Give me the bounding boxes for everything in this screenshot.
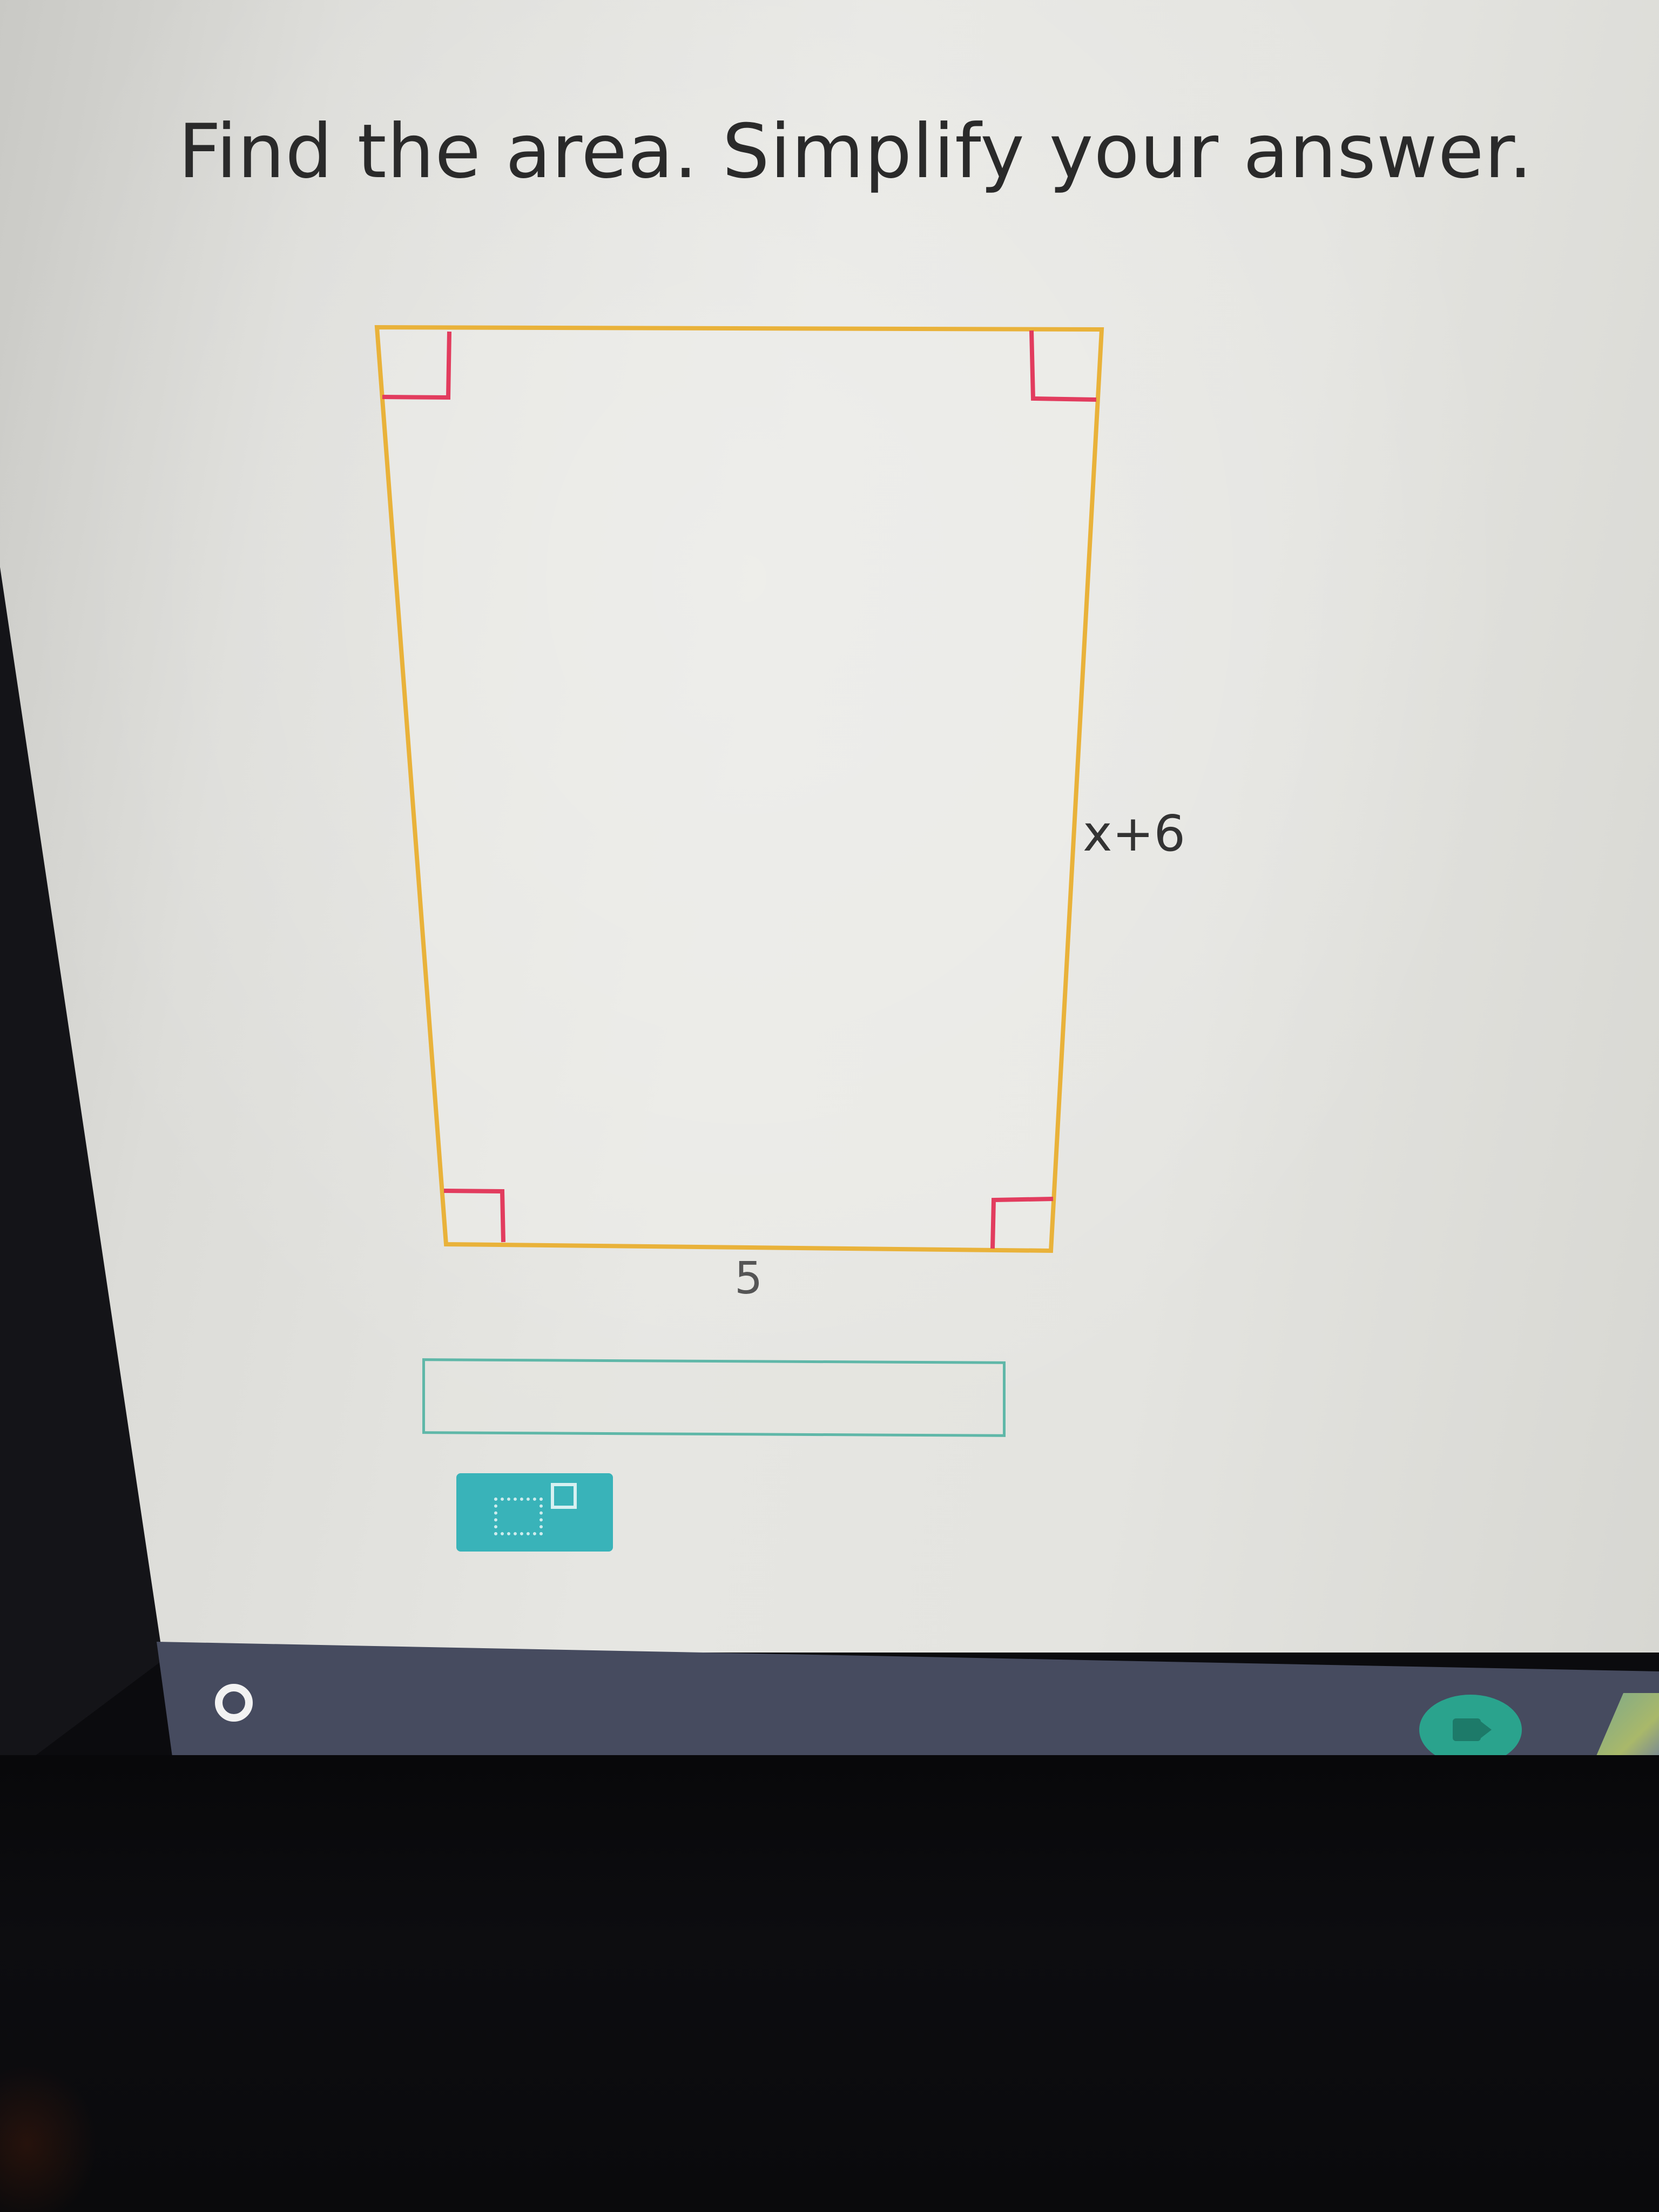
rectangle-outline <box>374 325 1104 1253</box>
launcher-circle-icon[interactable] <box>215 1684 253 1722</box>
answer-input[interactable] <box>422 1358 1006 1437</box>
screen: Find the area. Simplify your answer. x+6… <box>0 0 1659 1653</box>
side-length-label: x+6 <box>1083 805 1186 862</box>
exponent-superscript-icon <box>551 1483 577 1509</box>
meet-video-icon[interactable] <box>1419 1695 1522 1765</box>
bottom-length-label: 5 <box>734 1253 763 1304</box>
desk-background <box>0 1755 1659 2212</box>
exponent-template-icon <box>494 1498 543 1535</box>
photo-scene: Find the area. Simplify your answer. x+6… <box>0 0 1659 2212</box>
exponent-template-button[interactable] <box>456 1473 613 1552</box>
